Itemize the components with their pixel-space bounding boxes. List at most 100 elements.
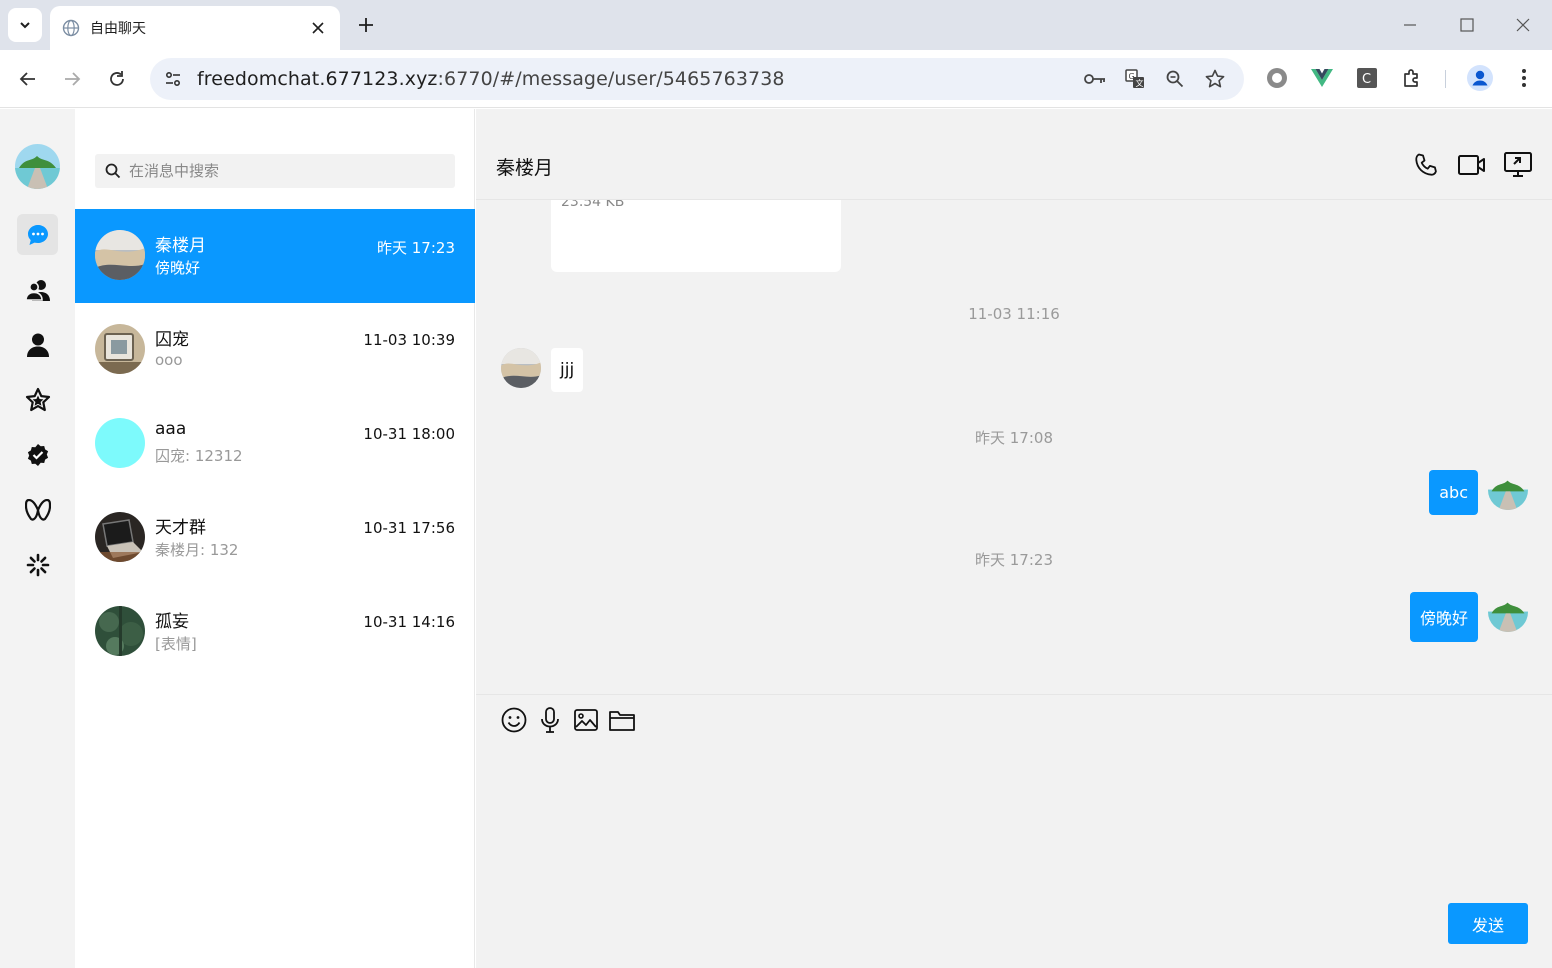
conversation-preview: [表情]	[155, 635, 197, 653]
url-text[interactable]: freedomchat.677123.xyz:6770/#/message/us…	[197, 68, 785, 90]
avatar	[95, 324, 145, 374]
tab-title: 自由聊天	[90, 21, 146, 37]
voice-button[interactable]	[535, 705, 565, 735]
conversation-time: 10-31 18:00	[363, 425, 455, 443]
extension-record-button[interactable]	[1263, 64, 1291, 92]
site-info-button[interactable]	[158, 64, 188, 94]
nav-contacts[interactable]	[17, 269, 58, 310]
key-icon	[1084, 74, 1105, 84]
conversation-name: 囚宠	[155, 330, 189, 350]
video-call-button[interactable]	[1456, 149, 1488, 181]
reload-icon	[110, 71, 124, 86]
zoom-button[interactable]	[1162, 66, 1188, 92]
conversation-item[interactable]: 孤妄 [表情] 10-31 14:16	[75, 585, 475, 679]
emoji-button[interactable]	[499, 705, 529, 735]
url-host: freedomchat.677123.xyz	[197, 68, 438, 90]
search-input[interactable]	[129, 162, 429, 180]
conversation-preview: ooo	[155, 351, 183, 369]
new-tab-button[interactable]	[352, 13, 380, 37]
conversation-time: 11-03 10:39	[363, 331, 455, 349]
conversation-item[interactable]: 天才群 秦楼月: 132 10-31 17:56	[75, 491, 475, 585]
avatar-image	[1488, 592, 1528, 632]
voice-call-button[interactable]	[1410, 149, 1442, 181]
conversation-list-panel: 秦楼月 傍晚好 昨天 17:23 囚宠 ooo 11-03 10:39 aaa …	[75, 109, 475, 968]
reload-button[interactable]	[102, 64, 132, 94]
tab-close-button[interactable]	[308, 18, 328, 38]
file-button[interactable]	[607, 705, 637, 735]
conversation-name: aaa	[155, 419, 187, 439]
globe-icon	[62, 19, 80, 37]
window-close-button[interactable]	[1508, 10, 1538, 40]
record-icon	[1267, 68, 1287, 88]
star-icon	[25, 387, 50, 411]
svg-text:C: C	[1362, 72, 1371, 87]
minimize-button[interactable]	[1395, 10, 1425, 40]
svg-text:G: G	[1129, 72, 1135, 81]
conversation-time: 10-31 17:56	[363, 519, 455, 537]
extension-vue-button[interactable]	[1308, 64, 1336, 92]
chevron-down-icon	[20, 22, 30, 29]
message-bubble-incoming: jjj	[551, 348, 584, 392]
conversation-preview: 傍晚好	[155, 259, 201, 277]
conversation-time: 10-31 14:16	[363, 613, 455, 631]
nav-profile[interactable]	[17, 324, 58, 365]
avatar-image	[95, 324, 145, 374]
file-size: 23.54 KB	[561, 200, 625, 210]
nav-more[interactable]	[17, 544, 58, 585]
nav-verified[interactable]	[17, 434, 58, 475]
screen-share-button[interactable]	[1502, 149, 1534, 181]
avatar	[1488, 470, 1528, 510]
nav-butterfly[interactable]	[17, 489, 58, 530]
browser-tab[interactable]: 自由聊天	[50, 6, 340, 50]
browser-menu-button[interactable]	[1510, 64, 1538, 92]
conversation-item[interactable]: 囚宠 ooo 11-03 10:39	[75, 303, 475, 397]
password-key-button[interactable]	[1082, 66, 1108, 92]
avatar	[501, 348, 541, 388]
avatar-image	[1488, 470, 1528, 510]
avatar	[95, 418, 145, 468]
message-composer: 发送	[476, 694, 1552, 968]
conversation-name: 孤妄	[155, 612, 189, 632]
loader-icon	[26, 553, 49, 576]
nav-favorites[interactable]	[17, 379, 58, 420]
nav-messages[interactable]	[17, 214, 58, 255]
tune-icon	[165, 71, 181, 87]
conversation-preview: 秦楼月: 132	[155, 541, 239, 559]
bookmark-button[interactable]	[1202, 66, 1228, 92]
avatar	[95, 606, 145, 656]
avatar-image	[95, 606, 145, 656]
timestamp: 昨天 17:23	[975, 551, 1053, 569]
star-outline-icon	[1205, 69, 1225, 88]
translate-button[interactable]: G文	[1122, 66, 1148, 92]
conversation-time: 昨天 17:23	[377, 239, 455, 257]
chat-icon	[27, 224, 48, 245]
send-button[interactable]: 发送	[1448, 903, 1528, 944]
image-button[interactable]	[571, 705, 601, 735]
timestamp: 昨天 17:08	[975, 429, 1053, 447]
browser-tab-strip: 自由聊天	[0, 0, 1552, 50]
maximize-button[interactable]	[1452, 10, 1482, 40]
back-button[interactable]	[13, 64, 43, 94]
translate-icon: G文	[1125, 69, 1144, 88]
user-icon	[26, 333, 49, 357]
forward-button[interactable]	[57, 64, 87, 94]
message-list: 23.54 KB 11-03 11:16 jjj 昨天 17:08 abc 昨天…	[476, 200, 1552, 694]
profile-button[interactable]	[1466, 64, 1494, 92]
vue-icon	[1311, 69, 1333, 87]
my-avatar[interactable]	[15, 144, 60, 189]
close-icon	[312, 22, 324, 34]
folder-icon	[609, 711, 635, 731]
profile-icon	[1467, 65, 1493, 91]
tab-search-button[interactable]	[8, 8, 42, 42]
address-bar[interactable]: freedomchat.677123.xyz:6770/#/message/us…	[150, 58, 1244, 100]
file-message[interactable]: 23.54 KB	[551, 200, 841, 272]
arrow-right-icon	[65, 72, 81, 86]
extensions-button[interactable]	[1398, 64, 1426, 92]
verified-icon	[27, 443, 48, 466]
arrow-left-icon	[19, 72, 35, 86]
conversation-item[interactable]: aaa 囚宠: 12312 10-31 18:00	[75, 397, 475, 491]
conversation-item[interactable]: 秦楼月 傍晚好 昨天 17:23	[75, 209, 475, 303]
more-vertical-icon	[1522, 69, 1526, 87]
extension-c-button[interactable]: C	[1353, 64, 1381, 92]
avatar	[95, 230, 145, 280]
